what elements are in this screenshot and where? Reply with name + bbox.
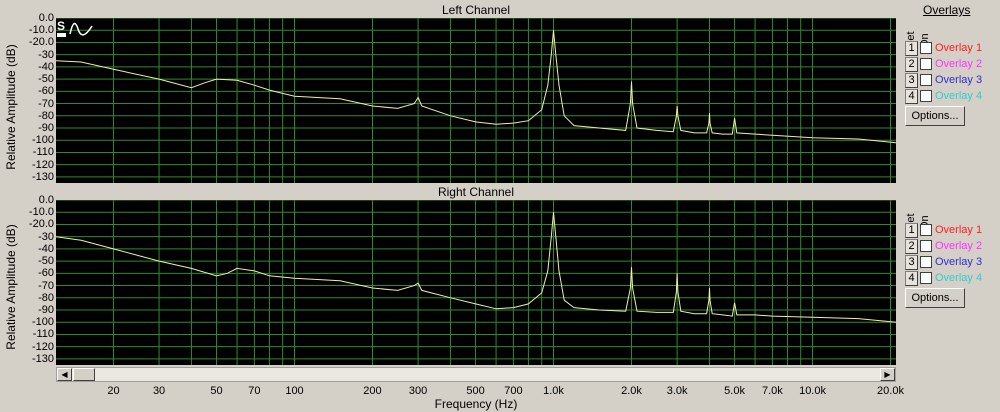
x-tick-label: 7.0k xyxy=(762,385,783,397)
left-y-ticks: 0.0 -10.0 -20.0 -30 -40 -50 -60 -70 -80 -90 -100 -1… xyxy=(14,13,54,183)
y-tick-label: 0.0 xyxy=(38,12,54,24)
x-tick-label: 1.0k xyxy=(543,385,564,397)
x-tick-label: 300 xyxy=(408,385,428,397)
overlay-label-1: Overlay 1 xyxy=(935,42,983,54)
right-channel-title: Right Channel xyxy=(437,185,515,199)
overlay-label-4: Overlay 4 xyxy=(935,90,983,102)
spectrum-logo-icon: S xyxy=(57,19,93,37)
overlay-on-checkbox-4[interactable] xyxy=(920,272,932,284)
options-button[interactable]: Options... xyxy=(905,106,965,126)
y-tick-label: -110 xyxy=(32,328,54,341)
y-tick-label: -60 xyxy=(38,85,54,98)
overlay-on-checkbox-4[interactable] xyxy=(920,90,932,102)
overlay-on-checkbox-3[interactable] xyxy=(920,74,932,86)
overlay-label-3: Overlay 3 xyxy=(935,256,983,268)
y-tick-label: -60 xyxy=(38,267,54,280)
overlay-set-button-3[interactable]: 3 xyxy=(905,254,918,270)
overlay-row-1[interactable]: 1 Overlay 1 xyxy=(905,222,982,238)
y-tick-label: -30 xyxy=(38,48,54,61)
overlay-on-checkbox-2[interactable] xyxy=(920,58,932,70)
y-tick-label: 0.0 xyxy=(38,194,54,206)
overlay-label-1: Overlay 1 xyxy=(935,224,983,236)
x-tick-label: 10.0k xyxy=(799,385,826,397)
overlay-on-checkbox-3[interactable] xyxy=(920,256,932,268)
overlay-set-button-4[interactable]: 4 xyxy=(905,88,918,104)
overlay-row-4[interactable]: 4 Overlay 4 xyxy=(905,88,982,104)
overlay-set-button-3[interactable]: 3 xyxy=(905,72,918,88)
y-tick-label: -30 xyxy=(38,230,54,243)
overlay-row-3[interactable]: 3 Overlay 3 xyxy=(905,254,982,270)
overlay-on-checkbox-2[interactable] xyxy=(920,240,932,252)
left-channel-plot[interactable]: S xyxy=(56,18,896,183)
y-tick-label: -80 xyxy=(38,109,54,122)
x-tick-label: 100 xyxy=(285,385,304,397)
y-tick-label: -90 xyxy=(38,122,54,134)
overlay-label-2: Overlay 2 xyxy=(935,58,983,70)
y-tick-label: -20.0 xyxy=(28,218,54,231)
overlay-row-2[interactable]: 2 Overlay 2 xyxy=(905,56,982,72)
x-tick-label: 500 xyxy=(466,385,485,397)
y-tick-label: -120 xyxy=(31,340,54,353)
y-tick-label: -120 xyxy=(31,158,54,171)
y-tick-label: -90 xyxy=(38,304,54,316)
x-tick-label: 700 xyxy=(504,385,523,397)
scroll-right-icon[interactable]: ▶ xyxy=(880,368,895,381)
y-tick-label: -100 xyxy=(31,134,54,147)
x-tick-label: 20 xyxy=(107,385,120,397)
x-axis-label: Frequency (Hz) xyxy=(434,397,518,411)
overlay-row-2[interactable]: 2 Overlay 2 xyxy=(905,238,982,254)
y-tick-label: -130 xyxy=(31,170,54,183)
options-button[interactable]: Options... xyxy=(905,288,965,308)
overlay-set-button-1[interactable]: 1 xyxy=(905,40,918,56)
overlay-label-3: Overlay 3 xyxy=(935,74,983,86)
overlay-label-4: Overlay 4 xyxy=(935,272,983,284)
overlay-set-button-2[interactable]: 2 xyxy=(905,238,918,254)
y-tick-label: -10.0 xyxy=(28,206,54,219)
x-tick-label: 20.0k xyxy=(877,385,904,397)
x-tick-label: 70 xyxy=(248,385,261,397)
y-tick-label: -50 xyxy=(38,255,54,268)
x-tick-label: 50 xyxy=(210,385,223,397)
right-channel-plot[interactable] xyxy=(56,200,896,365)
overlays-title: Overlays xyxy=(923,3,971,17)
y-tick-label: -40 xyxy=(38,60,54,73)
right-y-ticks: 0.0 -10.0 -20.0 -30 -40 -50 -60 -70 -80 -90 -100 -1… xyxy=(14,195,54,365)
y-tick-label: -20.0 xyxy=(28,36,54,49)
left-channel-svg xyxy=(56,18,896,183)
x-tick-label: 2.0k xyxy=(621,385,642,397)
frequency-scrollbar[interactable]: ◀ ▶ xyxy=(56,367,896,382)
overlay-row-1[interactable]: 1 Overlay 1 xyxy=(905,40,982,56)
right-overlay-panel: Set On 1 Overlay 1 2 Overlay 2 3 Overlay… xyxy=(903,202,998,312)
overlay-row-3[interactable]: 3 Overlay 3 xyxy=(905,72,982,88)
x-tick-label: 3.0k xyxy=(666,385,688,397)
overlay-label-2: Overlay 2 xyxy=(935,240,983,252)
left-channel-title: Left Channel xyxy=(441,3,511,17)
x-tick-label: 200 xyxy=(363,385,382,397)
overlay-set-button-4[interactable]: 4 xyxy=(905,270,918,286)
left-overlay-panel: Set On 1 Overlay 1 2 Overlay 2 3 Overlay… xyxy=(903,20,998,130)
overlay-row-4[interactable]: 4 Overlay 4 xyxy=(905,270,982,286)
overlay-on-checkbox-1[interactable] xyxy=(920,42,932,54)
y-tick-label: -70 xyxy=(38,279,54,292)
right-channel-svg xyxy=(56,200,896,365)
scroll-left-icon[interactable]: ◀ xyxy=(57,368,72,381)
y-tick-label: -70 xyxy=(38,97,54,110)
y-tick-label: -110 xyxy=(32,146,54,159)
y-tick-label: -10.0 xyxy=(28,24,54,37)
overlay-on-checkbox-1[interactable] xyxy=(920,224,932,236)
y-tick-label: -50 xyxy=(38,73,54,86)
y-tick-label: -100 xyxy=(31,316,54,329)
x-tick-label: 5.0k xyxy=(724,385,745,397)
y-tick-label: -40 xyxy=(38,242,54,255)
overlay-set-button-1[interactable]: 1 xyxy=(905,222,918,238)
overlay-set-button-2[interactable]: 2 xyxy=(905,56,918,72)
y-tick-label: -80 xyxy=(38,291,54,304)
y-tick-label: -130 xyxy=(31,352,54,365)
scrollbar-thumb[interactable] xyxy=(73,368,95,381)
svg-text:S: S xyxy=(57,19,65,33)
x-tick-label: 30 xyxy=(152,385,166,397)
